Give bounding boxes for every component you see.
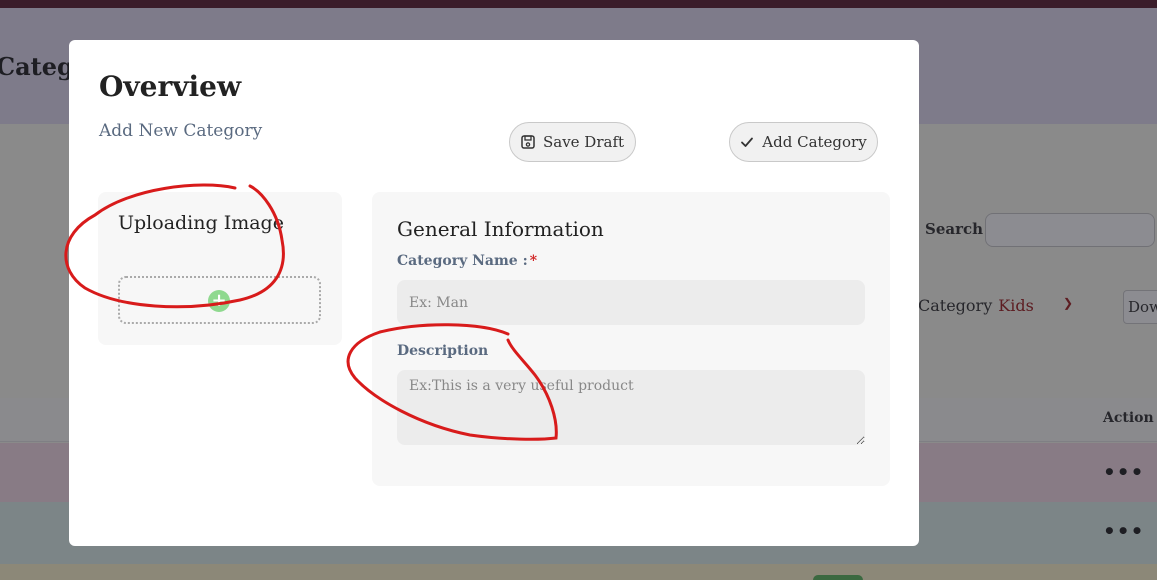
add-category-modal: Overview Add New Category Save Draft Add…	[69, 40, 919, 546]
general-information-card: General Information Category Name :* Des…	[372, 192, 890, 486]
description-textarea[interactable]	[397, 370, 865, 445]
category-name-label-text: Category Name :	[397, 253, 528, 269]
check-icon	[740, 135, 754, 149]
save-draft-button[interactable]: Save Draft	[509, 122, 636, 162]
add-category-label: Add Category	[762, 133, 867, 151]
save-icon	[521, 135, 535, 149]
plus-icon[interactable]: +	[208, 290, 230, 312]
general-information-title: General Information	[397, 217, 604, 241]
modal-title: Overview	[99, 70, 242, 103]
save-draft-label: Save Draft	[542, 133, 625, 151]
modal-subtitle: Add New Category	[99, 121, 263, 141]
category-name-input[interactable]	[397, 280, 865, 325]
upload-image-card: Uploading Image +	[98, 192, 342, 345]
image-dropzone[interactable]: +	[118, 276, 321, 324]
required-mark: *	[529, 253, 538, 269]
add-category-button[interactable]: Add Category	[729, 122, 878, 162]
upload-image-title: Uploading Image	[118, 212, 284, 234]
category-name-label: Category Name : *	[397, 253, 537, 269]
description-label: Description	[397, 343, 489, 359]
